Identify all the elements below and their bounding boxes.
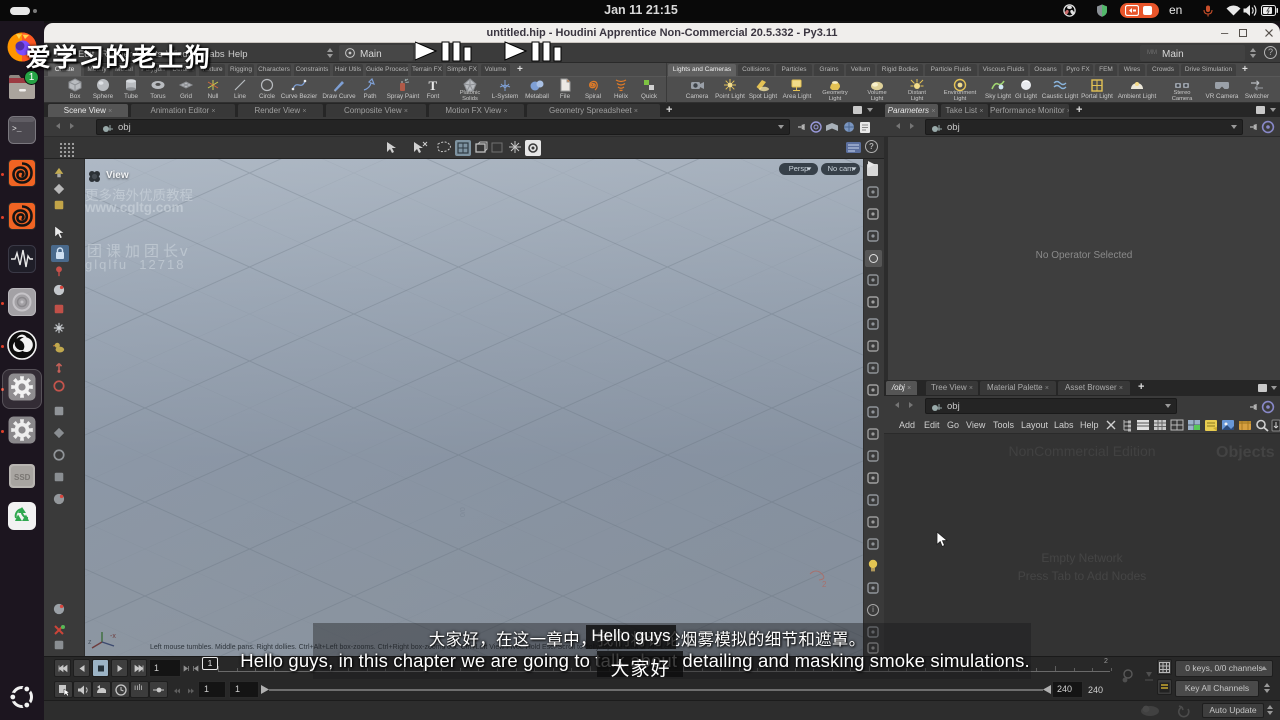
svg-text:SSD: SSD xyxy=(14,473,31,482)
svg-text:-x: -x xyxy=(110,633,116,640)
svg-text:2: 2 xyxy=(822,580,827,589)
svg-text:T: T xyxy=(429,78,438,92)
svg-text:z: z xyxy=(88,639,92,646)
svg-text:0/0: 0/0 xyxy=(460,507,467,517)
svg-text:>_: >_ xyxy=(12,125,22,134)
